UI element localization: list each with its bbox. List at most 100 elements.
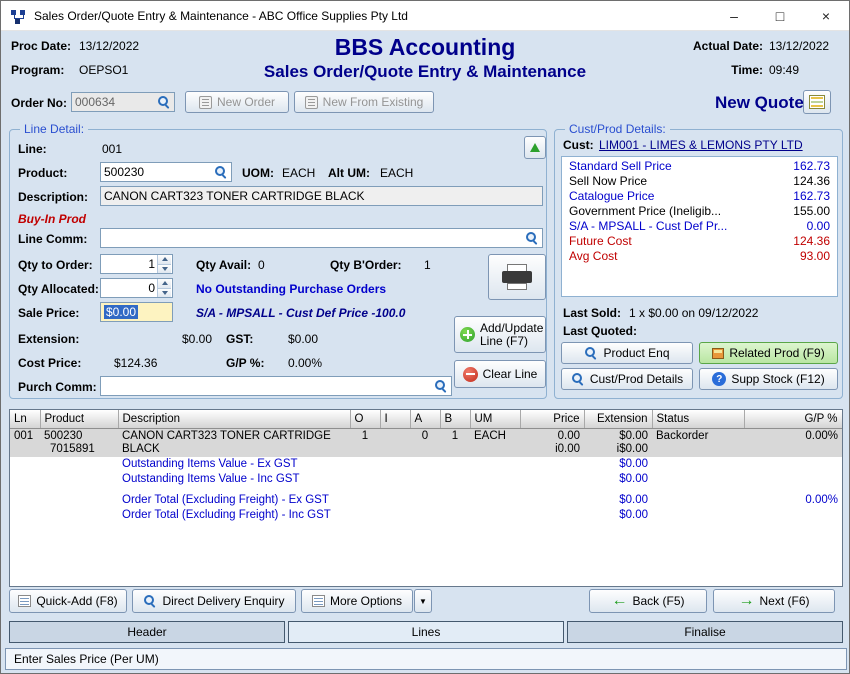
more-options-dropdown-button[interactable]: ▼ bbox=[414, 589, 432, 613]
new-quote-icon bbox=[809, 95, 825, 109]
qty-allocated-field bbox=[100, 278, 173, 298]
alt-um-value: EACH bbox=[380, 166, 413, 180]
line-comm-label: Line Comm: bbox=[18, 232, 87, 246]
add-update-line-button[interactable]: Add/Update Line (F7) bbox=[454, 316, 546, 353]
new-order-button[interactable]: New Order bbox=[185, 91, 289, 113]
print-button[interactable] bbox=[488, 254, 546, 300]
summary-row: Order Total (Excluding Freight) - Ex GST… bbox=[10, 493, 842, 508]
qty-avail-label: Qty Avail: bbox=[196, 258, 251, 272]
qty-allocated-spinner bbox=[157, 279, 171, 297]
col-product[interactable]: Product bbox=[40, 410, 118, 428]
qty-border-value: 1 bbox=[424, 258, 431, 272]
summary-row: Outstanding Items Value - Inc GST $0.00 bbox=[10, 472, 842, 487]
last-sold-value: 1 x $0.00 on 09/12/2022 bbox=[629, 306, 758, 320]
col-gp[interactable]: G/P % bbox=[744, 410, 842, 428]
qty-to-order-spinner bbox=[157, 255, 171, 273]
close-button[interactable]: × bbox=[803, 1, 849, 30]
grid-header-row: Ln Product Description O I A B UM Price … bbox=[10, 410, 842, 428]
price-row: Future Cost124.36 bbox=[562, 234, 837, 249]
customer-link[interactable]: LIM001 - LIMES & LEMONS PTY LTD bbox=[599, 138, 803, 152]
cust-prod-title: Cust/Prod Details: bbox=[565, 122, 670, 136]
col-i[interactable]: I bbox=[380, 410, 410, 428]
spin-up-icon bbox=[162, 281, 168, 285]
qty-alloc-up-button[interactable] bbox=[158, 279, 171, 288]
tab-lines[interactable]: Lines bbox=[288, 621, 564, 643]
qty-avail-value: 0 bbox=[258, 258, 265, 272]
summary-row: Order Total (Excluding Freight) - Inc GS… bbox=[10, 508, 842, 523]
new-from-existing-button[interactable]: New From Existing bbox=[294, 91, 434, 113]
window-controls: – □ × bbox=[711, 1, 849, 30]
tab-header[interactable]: Header bbox=[9, 621, 285, 643]
price-row: Government Price (Ineligib...155.00 bbox=[562, 204, 837, 219]
qty-up-button[interactable] bbox=[158, 255, 171, 264]
next-button[interactable]: → Next (F6) bbox=[713, 589, 835, 613]
titlebar: Sales Order/Quote Entry & Maintenance - … bbox=[1, 1, 849, 31]
price-row: Catalogue Price162.73 bbox=[562, 189, 837, 204]
col-price[interactable]: Price bbox=[520, 410, 584, 428]
uom-label: UOM: bbox=[242, 166, 274, 180]
col-b[interactable]: B bbox=[440, 410, 470, 428]
order-no-field bbox=[71, 92, 175, 112]
product-input[interactable] bbox=[104, 164, 212, 180]
quick-add-icon bbox=[18, 595, 31, 607]
col-a[interactable]: A bbox=[410, 410, 440, 428]
order-no-input[interactable] bbox=[75, 94, 155, 110]
line-up-button[interactable] bbox=[524, 136, 546, 159]
price-row: Avg Cost93.00 bbox=[562, 249, 837, 264]
qty-allocated-input[interactable] bbox=[104, 280, 155, 296]
line-comm-search-icon[interactable] bbox=[525, 231, 539, 245]
clear-line-button[interactable]: Clear Line bbox=[454, 360, 546, 388]
description-field bbox=[100, 186, 543, 206]
direct-delivery-enquiry-button[interactable]: Direct Delivery Enquiry bbox=[132, 589, 296, 613]
product-search-icon[interactable] bbox=[214, 165, 228, 179]
product-enq-button[interactable]: Product Enq bbox=[561, 342, 693, 364]
qty-allocated-label: Qty Allocated: bbox=[18, 282, 99, 296]
uom-value: EACH bbox=[282, 166, 315, 180]
order-line-row[interactable]: 001 5002307015891 CANON CART323 TONER CA… bbox=[10, 428, 842, 457]
cust-prod-group: Cust/Prod Details: Cust: LIM001 - LIMES … bbox=[554, 129, 843, 399]
col-um[interactable]: UM bbox=[470, 410, 520, 428]
qty-alloc-down-button[interactable] bbox=[158, 288, 171, 298]
next-arrow-icon: → bbox=[738, 595, 754, 607]
quick-add-button[interactable]: Quick-Add (F8) bbox=[9, 589, 127, 613]
col-status[interactable]: Status bbox=[652, 410, 744, 428]
qty-to-order-field bbox=[100, 254, 173, 274]
description-input[interactable] bbox=[104, 188, 539, 204]
col-o[interactable]: O bbox=[350, 410, 380, 428]
qty-to-order-input[interactable] bbox=[104, 256, 155, 272]
alt-um-label: Alt UM: bbox=[328, 166, 370, 180]
back-button[interactable]: ← Back (F5) bbox=[589, 589, 707, 613]
col-extension[interactable]: Extension bbox=[584, 410, 652, 428]
order-search-icon[interactable] bbox=[157, 95, 171, 109]
cost-price-value: $124.36 bbox=[114, 356, 157, 370]
more-options-icon bbox=[312, 595, 325, 607]
order-lines-grid: Ln Product Description O I A B UM Price … bbox=[9, 409, 843, 587]
related-prod-icon bbox=[712, 348, 724, 359]
purch-comm-input[interactable] bbox=[104, 378, 432, 394]
purch-comm-label: Purch Comm: bbox=[18, 380, 97, 394]
col-ln[interactable]: Ln bbox=[10, 410, 40, 428]
price-row: Sell Now Price124.36 bbox=[562, 174, 837, 189]
gp-label: G/P %: bbox=[226, 356, 264, 370]
cust-prod-details-button[interactable]: Cust/Prod Details bbox=[561, 368, 693, 390]
sale-price-field[interactable]: $0.00 bbox=[100, 302, 173, 322]
direct-delivery-search-icon bbox=[143, 594, 157, 608]
more-options-button[interactable]: More Options bbox=[301, 589, 413, 613]
new-quote-button[interactable] bbox=[803, 90, 831, 114]
sale-price-note: S/A - MPSALL - Cust Def Price -100.0 bbox=[196, 306, 484, 320]
purch-comm-search-icon[interactable] bbox=[434, 379, 448, 393]
line-comm-field bbox=[100, 228, 543, 248]
price-row: Standard Sell Price162.73 bbox=[562, 159, 837, 174]
gp-value: 0.00% bbox=[288, 356, 322, 370]
related-prod-button[interactable]: Related Prod (F9) bbox=[699, 342, 838, 364]
time-value: 09:49 bbox=[769, 63, 799, 77]
maximize-button[interactable]: □ bbox=[757, 1, 803, 30]
summary-row: Outstanding Items Value - Ex GST $0.00 bbox=[10, 457, 842, 472]
supp-stock-button[interactable]: ? Supp Stock (F12) bbox=[699, 368, 838, 390]
minimize-button[interactable]: – bbox=[711, 1, 757, 30]
tab-finalise[interactable]: Finalise bbox=[567, 621, 843, 643]
line-comm-input[interactable] bbox=[104, 230, 523, 246]
qty-down-button[interactable] bbox=[158, 264, 171, 274]
actual-date-value: 13/12/2022 bbox=[769, 39, 829, 53]
col-description[interactable]: Description bbox=[118, 410, 350, 428]
